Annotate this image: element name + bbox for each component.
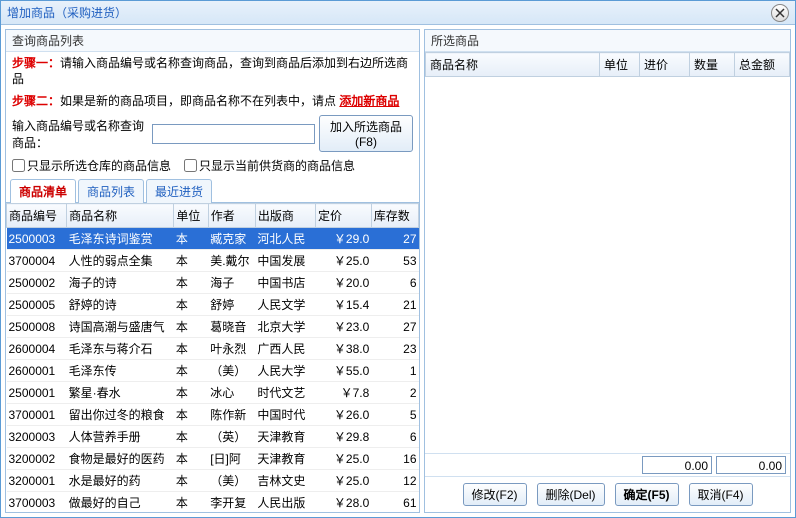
search-panel: 查询商品列表 步骤一：请输入商品编号或名称查询商品，查询到商品后添加到右边所选商… — [5, 29, 420, 513]
column-header[interactable]: 进价 — [640, 53, 690, 77]
table-row[interactable]: 2600001毛泽东传本（美）人民大学￥55.01 — [7, 360, 419, 382]
column-header[interactable]: 定价 — [315, 204, 371, 228]
column-header[interactable]: 商品编号 — [7, 204, 67, 228]
titlebar: 增加商品（采购进货） — [1, 1, 795, 25]
filter-supplier-checkbox[interactable] — [184, 159, 197, 172]
search-row: 输入商品编号或名称查询商品： 加入所选商品(F8) — [6, 112, 419, 155]
filter-row: 只显示所选仓库的商品信息 只显示当前供货商的商品信息 — [6, 155, 419, 176]
total-qty: 0.00 — [642, 456, 712, 474]
table-row[interactable]: 3200003人体营养手册本（英）天津教育￥29.86 — [7, 426, 419, 448]
total-amount: 0.00 — [716, 456, 786, 474]
table-row[interactable]: 2500003毛泽东诗词鉴赏本臧克家河北人民￥29.027 — [7, 228, 419, 250]
column-header[interactable]: 单位 — [174, 204, 208, 228]
confirm-button[interactable]: 确定(F5) — [615, 483, 679, 506]
column-header[interactable]: 商品名称 — [426, 53, 600, 77]
dialog-window: 增加商品（采购进货） 查询商品列表 步骤一：请输入商品编号或名称查询商品，查询到… — [0, 0, 796, 518]
modify-button[interactable]: 修改(F2) — [463, 483, 527, 506]
step1-label: 步骤一： — [12, 56, 60, 70]
tab-product-table[interactable]: 商品列表 — [78, 179, 144, 203]
table-row[interactable]: 2500005舒婷的诗本舒婷人民文学￥15.421 — [7, 294, 419, 316]
column-header[interactable]: 作者 — [208, 204, 255, 228]
selected-panel-title: 所选商品 — [425, 30, 790, 52]
add-new-product-link[interactable]: 添加新商品 — [339, 94, 399, 108]
search-input[interactable] — [152, 124, 315, 144]
dialog-body: 查询商品列表 步骤一：请输入商品编号或名称查询商品，查询到商品后添加到右边所选商… — [1, 25, 795, 517]
column-header[interactable]: 单位 — [600, 53, 640, 77]
table-row[interactable]: 2500002海子的诗本海子中国书店￥20.06 — [7, 272, 419, 294]
step2-text: 如果是新的商品项目，即商品名称不在列表中，请点 — [60, 94, 336, 108]
column-header[interactable]: 商品名称 — [67, 204, 174, 228]
tabs: 商品清单 商品列表 最近进货 — [6, 178, 419, 203]
search-label: 输入商品编号或名称查询商品： — [12, 117, 148, 151]
table-row[interactable]: 3700004人性的弱点全集本美.戴尔中国发展￥25.053 — [7, 250, 419, 272]
filter-warehouse[interactable]: 只显示所选仓库的商品信息 — [12, 157, 171, 174]
filter-warehouse-checkbox[interactable] — [12, 159, 25, 172]
delete-button[interactable]: 删除(Del) — [537, 483, 605, 506]
selected-panel: 所选商品 商品名称单位进价数量总金额 0.00 0.00 修改(F2) 删除(D… — [424, 29, 791, 513]
column-header[interactable]: 数量 — [690, 53, 735, 77]
close-icon — [775, 8, 785, 18]
filter-supplier[interactable]: 只显示当前供货商的商品信息 — [184, 157, 355, 174]
tab-recent-purchase[interactable]: 最近进货 — [146, 179, 212, 203]
add-selected-button[interactable]: 加入所选商品(F8) — [319, 115, 413, 152]
step1: 步骤一：请输入商品编号或名称查询商品，查询到商品后添加到右边所选商品 — [6, 52, 419, 90]
selected-grid[interactable]: 商品名称单位进价数量总金额 — [425, 52, 790, 453]
window-title: 增加商品（采购进货） — [7, 4, 127, 21]
close-button[interactable] — [771, 4, 789, 22]
step2-label: 步骤二： — [12, 94, 60, 108]
button-row: 修改(F2) 删除(Del) 确定(F5) 取消(F4) — [425, 476, 790, 512]
tab-product-list[interactable]: 商品清单 — [10, 179, 76, 203]
table-row[interactable]: 2600004毛泽东与蒋介石本叶永烈广西人民￥38.023 — [7, 338, 419, 360]
table-row[interactable]: 2500008诗国高潮与盛唐气本葛晓音北京大学￥23.027 — [7, 316, 419, 338]
search-panel-title: 查询商品列表 — [6, 30, 419, 52]
table-row[interactable]: 3700003做最好的自己本李开复人民出版￥28.061 — [7, 492, 419, 513]
step1-text: 请输入商品编号或名称查询商品，查询到商品后添加到右边所选商品 — [12, 56, 408, 86]
table-row[interactable]: 3700001留出你过冬的粮食本陈作新中国时代￥26.05 — [7, 404, 419, 426]
totals-row: 0.00 0.00 — [425, 453, 790, 476]
step2: 步骤二：如果是新的商品项目，即商品名称不在列表中，请点 添加新商品 — [6, 90, 419, 112]
table-row[interactable]: 3200001水是最好的药本（美）吉林文史￥25.012 — [7, 470, 419, 492]
column-header[interactable]: 出版商 — [255, 204, 315, 228]
product-grid[interactable]: 商品编号商品名称单位作者出版商定价库存数 2500003毛泽东诗词鉴赏本臧克家河… — [6, 203, 419, 512]
table-row[interactable]: 3200002食物是最好的医药本[日]阿天津教育￥25.016 — [7, 448, 419, 470]
table-row[interactable]: 2500001繁星·春水本冰心时代文艺￥7.82 — [7, 382, 419, 404]
column-header[interactable]: 总金额 — [735, 53, 790, 77]
column-header[interactable]: 库存数 — [371, 204, 418, 228]
cancel-button[interactable]: 取消(F4) — [689, 483, 753, 506]
